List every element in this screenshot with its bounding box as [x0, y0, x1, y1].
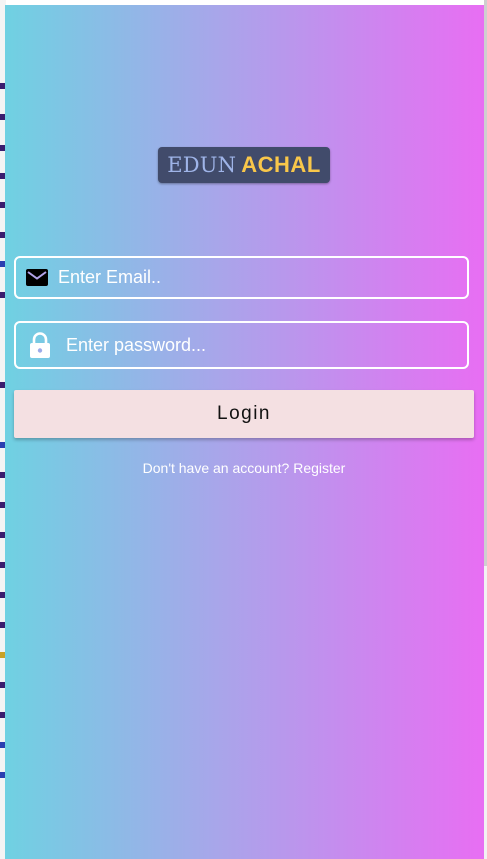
password-input[interactable] [52, 323, 467, 367]
register-prompt: Don't have an account? Register [14, 460, 474, 476]
mail-icon [26, 267, 48, 289]
brand-logo-word2: ACHAL [241, 152, 321, 177]
login-button[interactable]: Login [14, 390, 474, 438]
password-field[interactable] [14, 321, 469, 369]
register-link[interactable]: Register [293, 460, 345, 476]
login-screen: EDUN ACHAL Login Don't have an account? … [5, 5, 484, 859]
lock-icon [28, 332, 52, 358]
brand-logo: EDUN ACHAL [158, 147, 330, 183]
email-field[interactable] [14, 256, 469, 299]
register-prompt-text: Don't have an account? [142, 460, 290, 476]
email-input[interactable] [48, 258, 467, 297]
brand-logo-word1: EDUN [167, 153, 237, 177]
